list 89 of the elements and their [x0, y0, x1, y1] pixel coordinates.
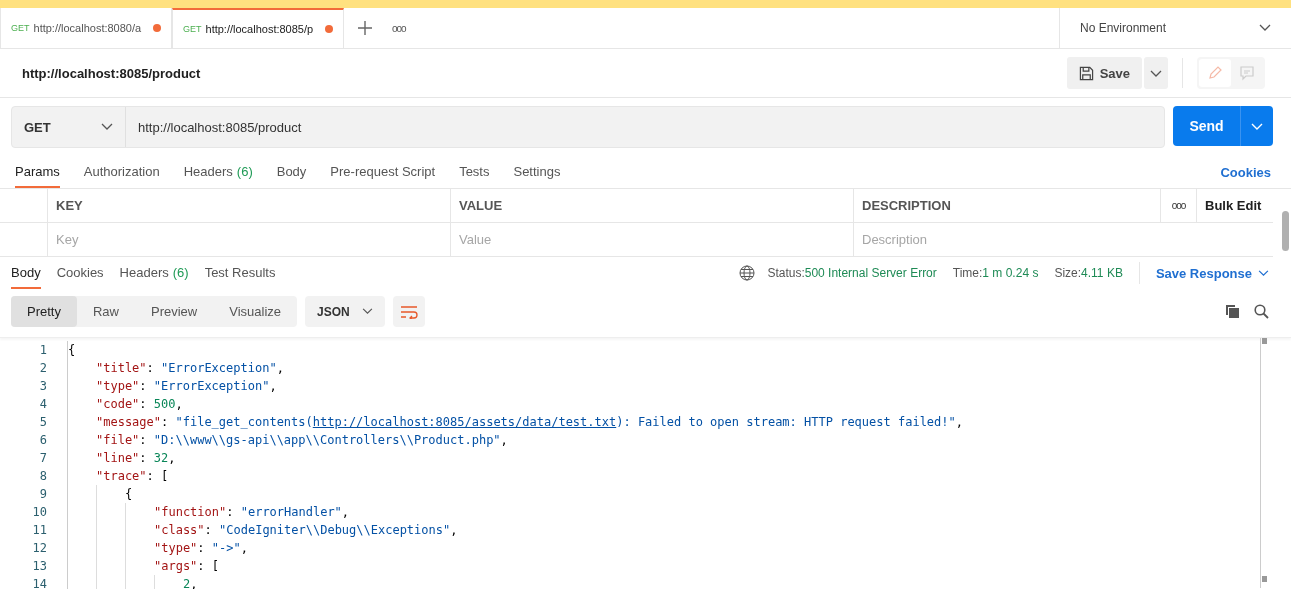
code-line: "args": [ — [154, 558, 220, 575]
save-response-button[interactable]: Save Response — [1155, 257, 1269, 289]
request-section-tab[interactable]: Pre-request Script — [330, 156, 436, 188]
response-tab[interactable]: Cookies — [56, 257, 104, 289]
response-tab[interactable]: Headers (6) — [119, 257, 189, 289]
code-line: "title": "ErrorException", — [96, 360, 284, 377]
code-line: { — [68, 342, 76, 359]
floppy-icon — [1078, 65, 1094, 81]
url-field[interactable]: GET http://localhost:8085/product — [11, 106, 1165, 148]
code-line: "file": "D:\\www\\gs-api\\app\\Controllers\\Product.php", — [96, 432, 508, 449]
method-label: GET — [11, 23, 30, 33]
code-line: "type": "ErrorException", — [96, 378, 277, 395]
line-number: 10 — [0, 503, 68, 521]
code-line: "message": "file_get_contents(http://localhost:8085/assets/data/test.txt): Failed to open stream: HTTP request failed!", — [96, 414, 963, 431]
code-line: { — [125, 486, 133, 503]
line-number: 13 — [0, 557, 68, 575]
request-section-tab[interactable]: Params — [15, 156, 60, 188]
size-value: 4.11 KB — [1081, 266, 1123, 280]
code-line: "class": "CodeIgniter\\Debug\\Exceptions", — [154, 522, 458, 539]
tab-url: http://localhost:8080/a — [33, 22, 143, 34]
save-options-button[interactable] — [1144, 57, 1168, 89]
request-tab[interactable]: GET http://localhost:8085/p — [172, 8, 344, 48]
time-label: Time: — [952, 266, 983, 280]
view-mode-tab[interactable]: Visualize — [213, 296, 298, 327]
environment-dropdown[interactable]: No Environment — [1059, 8, 1291, 48]
bulk-edit-button[interactable]: Bulk Edit — [1205, 198, 1262, 213]
code-line: "trace": [ — [96, 468, 169, 485]
status-value: 500 Internal Server Error — [804, 266, 937, 280]
save-button[interactable]: Save — [1066, 57, 1142, 89]
chevron-icon — [1251, 122, 1263, 131]
wrap-lines-button[interactable] — [392, 296, 425, 327]
chevron-icon — [1258, 269, 1269, 277]
scrollbar[interactable] — [1260, 338, 1269, 588]
line-number: 11 — [0, 521, 68, 539]
line-number: 8 — [0, 467, 68, 485]
view-mode-tab[interactable]: Preview — [135, 296, 214, 327]
line-number: 5 — [0, 413, 68, 431]
column-header: KEY — [56, 198, 83, 213]
pencil-icon — [1207, 65, 1223, 81]
more-options-button[interactable]: ooo — [1171, 200, 1186, 211]
chevron-icon — [1259, 24, 1271, 32]
request-section-tab[interactable]: Authorization — [83, 156, 160, 188]
line-number: 6 — [0, 431, 68, 449]
request-section-tab[interactable]: Tests — [459, 156, 490, 188]
line-number: 4 — [0, 395, 68, 413]
comment-icon — [1239, 65, 1255, 81]
response-tab[interactable]: Body — [11, 257, 41, 289]
line-number: 7 — [0, 449, 68, 467]
line-number: 12 — [0, 539, 68, 557]
code-line: 2, — [183, 576, 198, 589]
send-options-button[interactable] — [1240, 106, 1273, 146]
wrap-lines-icon — [399, 304, 418, 319]
view-mode-tab[interactable]: Raw — [76, 296, 135, 327]
code-line: "type": "->", — [154, 540, 248, 557]
column-header: VALUE — [459, 198, 503, 213]
edit-button[interactable] — [1199, 59, 1231, 87]
search-icon[interactable] — [1254, 304, 1269, 319]
line-number: 2 — [0, 359, 68, 377]
time-value: 1 m 0.24 s — [982, 266, 1039, 280]
method-label: GET — [183, 24, 202, 34]
size-label: Size: — [1054, 266, 1082, 280]
view-mode-tab[interactable]: Pretty — [11, 296, 77, 327]
request-section-tab[interactable]: Settings — [513, 156, 561, 188]
format-dropdown[interactable]: JSON — [305, 296, 385, 327]
column-header: DESCRIPTION — [862, 198, 951, 213]
request-section-tab[interactable]: Headers (6) — [183, 156, 253, 188]
request-section-tab[interactable]: Body — [276, 156, 307, 188]
request-tab[interactable]: GET http://localhost:8080/a — [0, 8, 172, 48]
chevron-icon — [101, 123, 113, 131]
method-dropdown[interactable]: GET — [12, 107, 126, 147]
line-number: 14 — [0, 575, 68, 589]
copy-icon[interactable] — [1225, 304, 1240, 319]
response-tab[interactable]: Test Results — [204, 257, 276, 289]
status-label: Status: — [767, 266, 805, 280]
line-number: 1 — [0, 341, 68, 359]
cookies-link[interactable]: Cookies — [1220, 156, 1271, 188]
code-line: "code": 500, — [96, 396, 183, 413]
send-button[interactable]: Send — [1173, 106, 1240, 146]
code-line: "function": "errorHandler", — [154, 504, 350, 521]
plus-icon[interactable] — [358, 21, 372, 35]
globe-icon[interactable] — [739, 265, 756, 281]
tab-url: http://localhost:8085/p — [205, 23, 315, 35]
line-number: 9 — [0, 485, 68, 503]
code-line: "line": 32, — [96, 450, 176, 467]
request-title: http://localhost:8085/product — [22, 65, 201, 81]
chevron-icon — [361, 308, 373, 315]
more-tabs-button[interactable]: ooo — [392, 22, 406, 34]
line-number: 3 — [0, 377, 68, 395]
chevron-icon — [1150, 69, 1162, 78]
